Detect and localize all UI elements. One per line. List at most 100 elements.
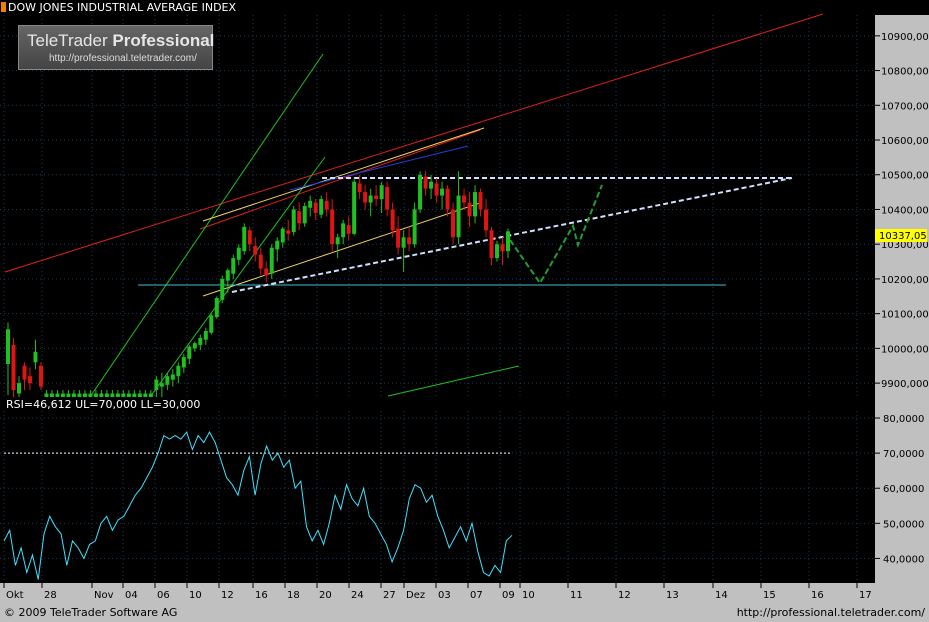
candle-body bbox=[286, 230, 291, 234]
candle-body bbox=[390, 209, 395, 231]
candle-body bbox=[170, 374, 175, 380]
y-tick-label: 50,0000 bbox=[883, 519, 924, 530]
x-tick-label: 06 bbox=[157, 590, 170, 601]
candle-body bbox=[33, 351, 38, 363]
candle-body bbox=[269, 247, 274, 274]
candle-body bbox=[16, 383, 21, 394]
candle-body bbox=[275, 240, 280, 250]
candle-body bbox=[335, 237, 340, 245]
candle-body bbox=[88, 393, 93, 397]
candle-body bbox=[330, 209, 335, 245]
brand-name: TeleTrader Professional bbox=[27, 31, 214, 51]
candle-body bbox=[385, 186, 390, 210]
x-tick-label: 15 bbox=[763, 590, 776, 601]
x-tick-label: 07 bbox=[470, 590, 483, 601]
x-tick-label: 03 bbox=[438, 590, 451, 601]
candle-body bbox=[176, 365, 181, 377]
candle-body bbox=[445, 188, 450, 210]
candle-body bbox=[396, 228, 401, 248]
chart-title: DOW JONES INDUSTRIAL AVERAGE INDEX bbox=[8, 1, 236, 14]
candle-body bbox=[291, 209, 296, 233]
y-tick-label: 10000,000 bbox=[881, 344, 929, 355]
x-tick-label: 16 bbox=[255, 590, 268, 601]
candle-body bbox=[110, 393, 115, 397]
price-panel bbox=[0, 15, 875, 397]
candle-body bbox=[264, 268, 269, 276]
candle-body bbox=[203, 331, 208, 340]
y-tick-label: 10700,000 bbox=[881, 101, 929, 112]
candle-body bbox=[495, 244, 500, 259]
candle-body bbox=[66, 393, 71, 397]
candle-body bbox=[192, 343, 197, 349]
candle-body bbox=[93, 393, 98, 397]
candle-body bbox=[27, 376, 32, 384]
candle-body bbox=[231, 258, 236, 274]
y-tick-label: 40,0000 bbox=[883, 554, 924, 565]
x-tick-label: 24 bbox=[351, 590, 364, 601]
y-axis-area bbox=[875, 15, 929, 583]
candle-body bbox=[506, 231, 510, 252]
y-tick-label: 10800,000 bbox=[881, 67, 929, 78]
candle-body bbox=[71, 393, 76, 397]
y-tick-label: 70,0000 bbox=[883, 449, 924, 460]
candle-body bbox=[302, 206, 307, 224]
candle-body bbox=[258, 254, 263, 269]
x-tick-label: 10 bbox=[522, 590, 535, 601]
candle-body bbox=[220, 278, 225, 300]
candle-body bbox=[154, 379, 159, 391]
candle-body bbox=[423, 176, 428, 189]
y-tick-label: 9900,000 bbox=[881, 379, 929, 390]
y-tick-label: 80,0000 bbox=[883, 414, 924, 425]
brand-url: http://professional.teletrader.com/ bbox=[49, 53, 197, 64]
candle-body bbox=[324, 200, 329, 210]
x-tick-label: 20 bbox=[319, 590, 332, 601]
x-tick-label: 27 bbox=[383, 590, 396, 601]
x-tick-label: 11 bbox=[570, 590, 583, 601]
candle-body bbox=[418, 174, 423, 210]
candle-body bbox=[247, 230, 252, 245]
candle-body bbox=[11, 344, 16, 391]
candle-body bbox=[473, 192, 478, 217]
candle-body bbox=[500, 244, 505, 252]
x-tick-label: Dez bbox=[406, 590, 425, 601]
candle-body bbox=[143, 393, 148, 397]
candle-body bbox=[374, 195, 379, 200]
candle-body bbox=[407, 237, 412, 245]
brand-name-bold: Professional bbox=[112, 31, 215, 50]
x-tick-label: 28 bbox=[44, 590, 57, 601]
candle-body bbox=[456, 195, 461, 238]
candle-body bbox=[319, 199, 324, 215]
candle-body bbox=[165, 376, 170, 385]
x-tick-label: Nov bbox=[94, 590, 114, 601]
footer-url[interactable]: http://professional.teletrader.com/ bbox=[737, 606, 926, 619]
candle-body bbox=[55, 393, 60, 397]
y-tick-label: 10500,000 bbox=[881, 171, 929, 182]
brand-logo: TeleTrader Professional http://professio… bbox=[18, 25, 214, 70]
title-marker bbox=[1, 2, 6, 12]
x-tick-label: 17 bbox=[859, 590, 872, 601]
candle-body bbox=[297, 211, 302, 224]
candle-body bbox=[44, 393, 49, 397]
candle-body bbox=[236, 247, 241, 260]
candle-body bbox=[126, 393, 131, 397]
y-tick-label: 10600,000 bbox=[881, 136, 929, 147]
candle-body bbox=[49, 393, 54, 397]
candle-body bbox=[82, 393, 87, 397]
candle-body bbox=[137, 393, 142, 397]
candle-body bbox=[478, 192, 483, 210]
brand-name-light: TeleTrader bbox=[27, 31, 113, 50]
candle-body bbox=[242, 226, 247, 252]
candle-body bbox=[132, 393, 137, 397]
candle-body bbox=[253, 245, 258, 255]
x-tick-label: 04 bbox=[125, 590, 138, 601]
candle-body bbox=[6, 329, 10, 365]
last-price-value: 10337,05 bbox=[879, 231, 927, 242]
candle-body bbox=[77, 393, 82, 397]
y-tick-label: 10400,000 bbox=[881, 205, 929, 216]
x-tick-label: 14 bbox=[715, 590, 728, 601]
candle-body bbox=[341, 223, 346, 238]
y-tick-label: 10200,000 bbox=[881, 275, 929, 286]
x-tick-label: 12 bbox=[618, 590, 631, 601]
candle-body bbox=[280, 228, 285, 243]
candle-body bbox=[104, 393, 109, 397]
